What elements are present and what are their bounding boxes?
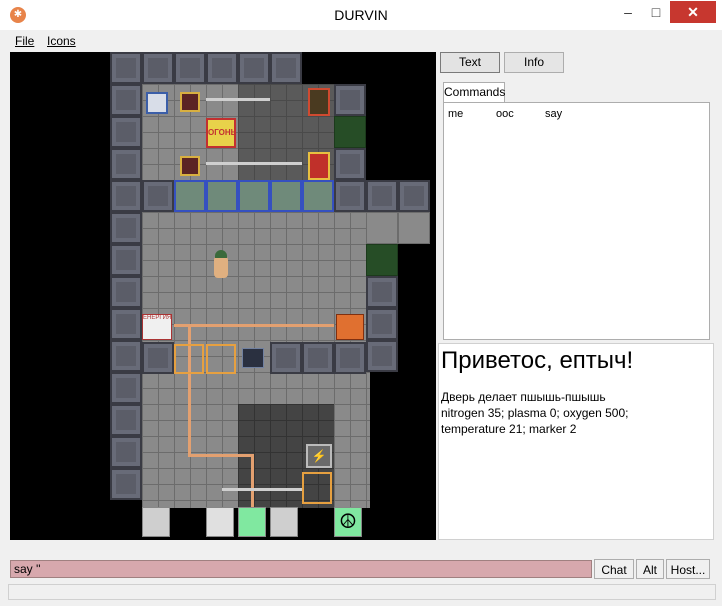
wall-tile <box>366 276 398 308</box>
wall-tile <box>110 372 142 404</box>
wire <box>206 98 270 101</box>
apc-power-icon[interactable]: ⚡ <box>306 444 332 468</box>
hud-slot-left[interactable] <box>206 507 234 537</box>
output-line: nitrogen 35; plasma 0; oxygen 500; <box>441 406 629 420</box>
wall-tile <box>110 212 142 244</box>
plant-tile <box>366 244 398 276</box>
hud-peace-icon[interactable]: ☮ <box>334 507 362 537</box>
command-input[interactable] <box>10 560 592 578</box>
menu-file[interactable]: File <box>15 34 34 48</box>
pipe <box>188 454 252 457</box>
plant-tile <box>334 116 366 148</box>
wall-tile <box>110 308 142 340</box>
wall-tile <box>366 308 398 340</box>
crate-icon[interactable] <box>180 92 200 112</box>
pipe <box>251 454 254 508</box>
wall-tile <box>334 84 366 116</box>
command-ooc[interactable]: ooc <box>496 108 514 120</box>
wall-tile <box>334 342 366 374</box>
status-bar <box>8 584 716 600</box>
minimize-button[interactable]: – <box>614 1 642 23</box>
wall-tile <box>334 148 366 180</box>
pipe-marker <box>302 472 332 504</box>
plasma-canister-icon[interactable] <box>308 152 330 180</box>
wall-tile <box>174 52 206 84</box>
wall-tile <box>366 180 398 212</box>
crate-icon[interactable] <box>180 156 200 176</box>
fire-sign: ОГОНЬ <box>206 118 236 148</box>
wall-tile <box>270 52 302 84</box>
tab-text[interactable]: Text <box>440 52 500 73</box>
hud-armor-icon[interactable] <box>142 507 170 537</box>
output-title: Приветос, ептыч! <box>441 347 634 374</box>
wall-tile <box>110 436 142 468</box>
hud-slot-right[interactable] <box>238 507 266 537</box>
wall-tile <box>206 52 238 84</box>
wall-tile <box>110 468 142 500</box>
wall-tile <box>142 342 174 374</box>
wall-tile <box>142 52 174 84</box>
hud-person-icon[interactable] <box>270 507 298 537</box>
alt-button[interactable]: Alt <box>636 559 664 579</box>
chat-button[interactable]: Chat <box>594 559 634 579</box>
floor-tile <box>366 212 398 244</box>
wall-tile <box>334 180 366 212</box>
wire <box>222 488 302 491</box>
wall-tile <box>110 52 142 84</box>
wire <box>206 162 302 165</box>
power-sign: ЕНЕРГИЯ <box>142 314 172 340</box>
command-me[interactable]: me <box>448 108 463 120</box>
wall-tile <box>110 148 142 180</box>
wall-tile <box>110 340 142 372</box>
glass-window <box>206 180 238 212</box>
pipe-marker <box>206 344 236 374</box>
glass-window <box>174 180 206 212</box>
computer-terminal-icon[interactable] <box>242 348 264 368</box>
floor-tile <box>398 212 430 244</box>
player-character[interactable] <box>214 256 228 278</box>
wall-tile <box>366 340 398 372</box>
wall-tile <box>398 180 430 212</box>
menu-icons[interactable]: Icons <box>47 34 76 48</box>
player-hat-icon <box>215 250 227 258</box>
glass-window <box>302 180 334 212</box>
wall-tile <box>302 342 334 374</box>
safe-icon[interactable] <box>146 92 168 114</box>
game-map-viewport[interactable]: ОГОНЬ ЕНЕРГИЯ ⚡ ☮ <box>10 52 436 540</box>
wall-tile <box>270 342 302 374</box>
glass-window <box>270 180 302 212</box>
commands-panel <box>443 102 710 340</box>
pipe-marker <box>174 344 204 374</box>
control-console-icon[interactable] <box>336 314 364 340</box>
output-line: temperature 21; marker 2 <box>441 422 577 436</box>
maximize-button[interactable]: □ <box>642 1 670 23</box>
glass-window <box>238 180 270 212</box>
wall-tile <box>142 180 174 212</box>
wall-tile <box>110 116 142 148</box>
wall-tile <box>238 52 270 84</box>
output-line: Дверь делает пшышь-пшышь <box>441 390 606 404</box>
menu-bar <box>0 32 722 50</box>
wall-tile <box>110 84 142 116</box>
wall-tile <box>110 276 142 308</box>
gas-canister-icon[interactable] <box>308 88 330 116</box>
tab-commands[interactable]: Commands <box>443 82 505 102</box>
tab-info[interactable]: Info <box>504 52 564 73</box>
pipe <box>174 324 334 327</box>
wall-tile <box>110 404 142 436</box>
close-button[interactable]: ✕ <box>670 1 716 23</box>
command-say[interactable]: say <box>545 108 562 120</box>
wall-tile <box>110 180 142 212</box>
wall-tile <box>110 244 142 276</box>
host-button[interactable]: Host... <box>666 559 710 579</box>
